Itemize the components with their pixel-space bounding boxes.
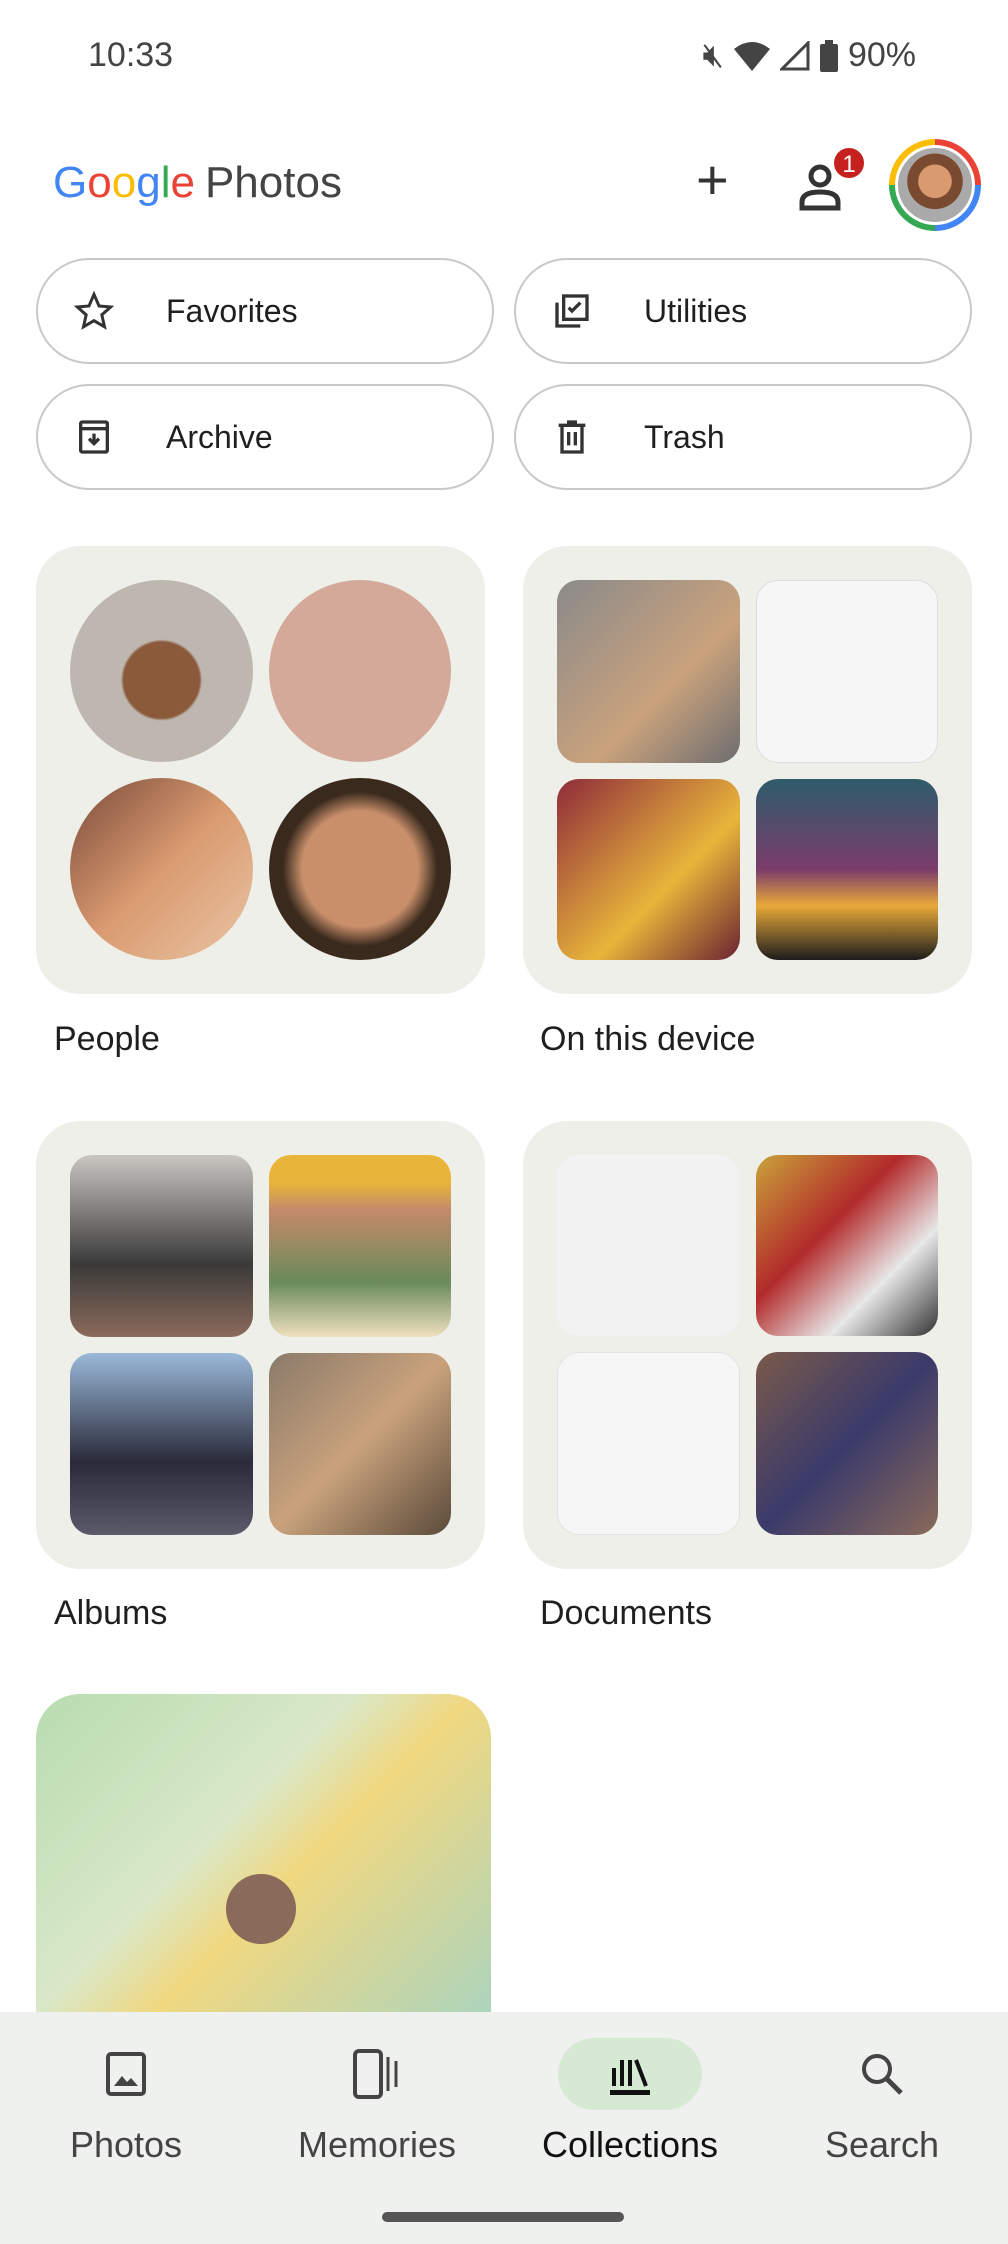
add-button[interactable]: + <box>696 152 729 208</box>
favorites-chip[interactable]: Favorites <box>36 258 494 364</box>
chip-label: Trash <box>644 418 725 455</box>
mute-icon: 🔇︎ <box>702 36 724 74</box>
account-avatar[interactable] <box>889 139 981 231</box>
nav-search[interactable]: Search <box>782 2038 982 2166</box>
utilities-chip[interactable]: Utilities <box>514 258 972 364</box>
wifi-icon <box>733 41 770 71</box>
chip-label: Favorites <box>166 292 298 329</box>
bottom-navigation: Photos Memories Collections Search <box>0 2012 1008 2244</box>
battery-icon <box>819 39 838 72</box>
trash-icon <box>558 420 586 454</box>
nav-photos[interactable]: Photos <box>26 2038 226 2166</box>
trash-chip[interactable]: Trash <box>514 384 972 490</box>
on-this-device-label: On this device <box>540 1020 756 1058</box>
albums-label: Albums <box>54 1594 168 1632</box>
google-photos-logo: Google Photos <box>53 158 342 208</box>
status-time: 10:33 <box>88 36 174 74</box>
logo-photos: Photos <box>204 158 342 207</box>
nav-label: Search <box>824 2124 940 2165</box>
documents-card[interactable] <box>523 1121 972 1569</box>
on-this-device-card[interactable] <box>523 546 972 994</box>
battery-level: 90% <box>847 36 916 74</box>
chip-label: Archive <box>166 418 273 455</box>
nav-label: Collections <box>541 2124 719 2165</box>
nav-collections[interactable]: Collections <box>530 2038 730 2166</box>
nav-memories[interactable]: Memories <box>277 2038 477 2166</box>
collections-icon <box>610 2059 650 2095</box>
documents-label: Documents <box>540 1594 712 1632</box>
status-icons: 🔇︎ 90% <box>703 36 916 75</box>
photo-icon <box>106 2052 146 2096</box>
memories-icon <box>353 2049 398 2099</box>
archive-chip[interactable]: Archive <box>36 384 494 490</box>
chip-label: Utilities <box>644 292 748 329</box>
logo-google: Google <box>53 158 195 207</box>
nav-label: Photos <box>69 2124 183 2165</box>
star-icon <box>74 291 114 330</box>
notification-badge: 1 <box>832 146 866 180</box>
people-card[interactable] <box>36 546 485 994</box>
utilities-icon <box>555 294 589 328</box>
home-indicator[interactable] <box>382 2212 624 2222</box>
nav-label: Memories <box>297 2124 457 2165</box>
people-label: People <box>54 1020 160 1058</box>
places-map-card[interactable] <box>36 1694 491 2034</box>
archive-icon <box>79 420 109 454</box>
signal-icon <box>779 40 810 70</box>
search-icon <box>862 2054 903 2095</box>
map-pin-photo <box>226 1874 296 1944</box>
albums-card[interactable] <box>36 1121 485 1569</box>
